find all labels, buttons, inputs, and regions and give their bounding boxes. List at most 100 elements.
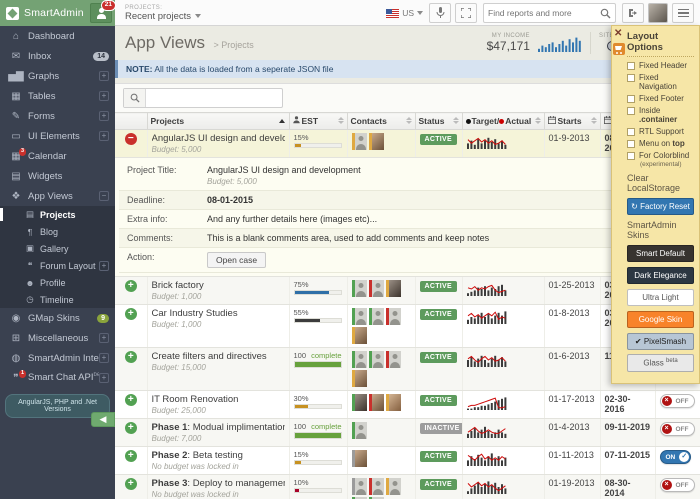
skin-button-ultra-light[interactable]: Ultra Light bbox=[627, 289, 694, 306]
contact-avatar[interactable] bbox=[352, 351, 367, 368]
column-header-contacts[interactable]: Contacts bbox=[347, 113, 415, 130]
expand-toggle-icon[interactable]: + bbox=[99, 333, 109, 343]
checkbox[interactable] bbox=[627, 140, 635, 148]
purchase-cart-icon[interactable] bbox=[613, 43, 625, 55]
sidebar-item-graphs[interactable]: ▅▇Graphs+ bbox=[0, 66, 115, 86]
expand-row-icon[interactable]: + bbox=[125, 308, 137, 320]
contact-avatar[interactable] bbox=[352, 133, 367, 150]
row-toggle[interactable]: ×OFF bbox=[660, 422, 695, 436]
contact-avatar[interactable] bbox=[386, 280, 401, 297]
sidebar-item-inbox[interactable]: ✉Inbox14 bbox=[0, 46, 115, 66]
sidebar-item-projects[interactable]: ▤Projects bbox=[0, 206, 115, 223]
sidebar-item-tables[interactable]: ▦Tables+ bbox=[0, 86, 115, 106]
sidebar-item-forms[interactable]: ✎Forms+ bbox=[0, 106, 115, 126]
expand-toggle-icon[interactable]: + bbox=[99, 111, 109, 121]
expand-toggle-icon[interactable]: + bbox=[99, 353, 109, 363]
expand-toggle-icon[interactable]: + bbox=[99, 373, 109, 383]
contact-avatar[interactable] bbox=[386, 478, 401, 495]
skin-button-glass[interactable]: Glass beta bbox=[627, 354, 694, 372]
language-selector[interactable]: US bbox=[386, 8, 423, 18]
user-avatar[interactable] bbox=[648, 3, 668, 23]
skin-button-smart-default[interactable]: Smart Default bbox=[627, 245, 694, 262]
checkbox[interactable] bbox=[627, 62, 635, 70]
layout-checkbox-fixed-navigation[interactable]: Fixed Navigation bbox=[627, 73, 694, 91]
contact-avatar[interactable] bbox=[352, 280, 367, 297]
expand-toggle-icon[interactable]: + bbox=[99, 131, 109, 141]
sidebar-item-gallery[interactable]: ▣Gallery bbox=[0, 240, 115, 257]
layout-checkbox-inside[interactable]: Inside .container bbox=[627, 106, 694, 124]
search-input[interactable] bbox=[484, 5, 596, 21]
contact-avatar[interactable] bbox=[369, 351, 384, 368]
expand-row-icon[interactable]: + bbox=[125, 351, 137, 363]
sidebar-item-smartadmin-intel[interactable]: ◍SmartAdmin Intel+ bbox=[0, 348, 115, 368]
row-toggle[interactable]: ×OFF bbox=[660, 478, 695, 492]
contact-avatar[interactable] bbox=[369, 133, 384, 150]
layout-checkbox-for-colorblind[interactable]: For Colorblind bbox=[627, 151, 694, 160]
sidebar-item-app-views[interactable]: ❖App Views− bbox=[0, 186, 115, 206]
expand-toggle-icon[interactable]: + bbox=[99, 91, 109, 101]
checkbox[interactable] bbox=[627, 95, 635, 103]
sidebar-item-miscellaneous[interactable]: ⊞Miscellaneous+ bbox=[0, 328, 115, 348]
expand-row-icon[interactable]: + bbox=[125, 394, 137, 406]
column-header-status[interactable]: Status bbox=[415, 113, 462, 130]
checkbox[interactable] bbox=[627, 107, 635, 115]
expand-row-icon[interactable]: + bbox=[125, 422, 137, 434]
sidebar-item-blog[interactable]: ¶Blog bbox=[0, 223, 115, 240]
contact-avatar[interactable] bbox=[369, 478, 384, 495]
collapse-row-icon[interactable]: − bbox=[125, 133, 137, 145]
contact-avatar[interactable] bbox=[352, 422, 367, 439]
checkbox[interactable] bbox=[627, 152, 635, 160]
sidebar-item-calendar[interactable]: ▦3Calendar bbox=[0, 146, 115, 166]
expand-toggle-icon[interactable]: − bbox=[99, 191, 109, 201]
skin-button-google-skin[interactable]: Google Skin bbox=[627, 311, 694, 328]
contact-avatar[interactable] bbox=[386, 308, 401, 325]
project-selector-dropdown[interactable]: PROJECTS: Recent projects bbox=[125, 5, 201, 22]
contact-avatar[interactable] bbox=[352, 370, 367, 387]
menu-toggle-button[interactable] bbox=[672, 3, 694, 23]
skin-button-pixelsmash[interactable]: ✔ PixelSmash bbox=[627, 333, 694, 350]
factory-reset-button[interactable]: ↻ Factory Reset bbox=[627, 198, 694, 215]
sidebar-item-profile[interactable]: ☻Profile bbox=[0, 274, 115, 291]
layout-checkbox-fixed-header[interactable]: Fixed Header bbox=[627, 61, 694, 70]
column-header-target[interactable]: Target/Actual bbox=[462, 113, 544, 130]
expand-row-icon[interactable]: + bbox=[125, 450, 137, 462]
sidebar-item-smart-chat-api[interactable]: ❞1Smart Chat APIbeta+ bbox=[0, 368, 115, 388]
contact-avatar[interactable] bbox=[352, 327, 367, 344]
sidebar-item-timeline[interactable]: ◷Timeline bbox=[0, 291, 115, 308]
checkbox[interactable] bbox=[627, 128, 635, 136]
logout-button[interactable] bbox=[622, 3, 644, 23]
sidebar-item-forum-layout[interactable]: ❝Forum Layout+ bbox=[0, 257, 115, 274]
fullscreen-button[interactable] bbox=[455, 3, 477, 23]
contact-avatar[interactable] bbox=[369, 308, 384, 325]
expand-row-icon[interactable]: + bbox=[125, 280, 137, 292]
layout-checkbox-menu-on[interactable]: Menu on top bbox=[627, 139, 694, 148]
contact-avatar[interactable] bbox=[369, 394, 384, 411]
contact-avatar[interactable] bbox=[386, 351, 401, 368]
table-search-input[interactable] bbox=[146, 90, 276, 106]
voice-command-button[interactable] bbox=[429, 3, 451, 23]
expand-row-icon[interactable]: + bbox=[125, 478, 137, 490]
close-icon[interactable]: ✕ bbox=[614, 29, 625, 40]
sidebar-item-widgets[interactable]: ▤Widgets bbox=[0, 166, 115, 186]
expand-toggle-icon[interactable]: + bbox=[99, 261, 109, 271]
skin-button-dark-elegance[interactable]: Dark Elegance bbox=[627, 267, 694, 284]
contact-avatar[interactable] bbox=[386, 394, 401, 411]
layout-checkbox-fixed-footer[interactable]: Fixed Footer bbox=[627, 94, 694, 103]
sidebar-item-dashboard[interactable]: ⌂Dashboard bbox=[0, 26, 115, 46]
checkbox[interactable] bbox=[627, 74, 635, 82]
sidebar-collapse-button[interactable]: ◀ bbox=[91, 412, 115, 427]
open-case-button[interactable]: Open case bbox=[207, 252, 266, 268]
contact-avatar[interactable] bbox=[369, 280, 384, 297]
row-toggle[interactable]: ON✓ bbox=[660, 450, 692, 464]
table-search-button[interactable] bbox=[124, 89, 146, 107]
activity-button[interactable]: 21 bbox=[90, 3, 112, 23]
search-icon[interactable] bbox=[600, 8, 611, 19]
contact-avatar[interactable] bbox=[352, 450, 367, 467]
column-header-projects[interactable]: Projects bbox=[147, 113, 289, 130]
contact-avatar[interactable] bbox=[352, 394, 367, 411]
row-toggle[interactable]: ×OFF bbox=[660, 394, 695, 408]
contact-avatar[interactable] bbox=[352, 478, 367, 495]
layout-checkbox-rtl-support[interactable]: RTL Support bbox=[627, 127, 694, 136]
expand-toggle-icon[interactable]: + bbox=[99, 71, 109, 81]
sidebar-item-gmap-skins[interactable]: ◉GMap Skins9 bbox=[0, 308, 115, 328]
